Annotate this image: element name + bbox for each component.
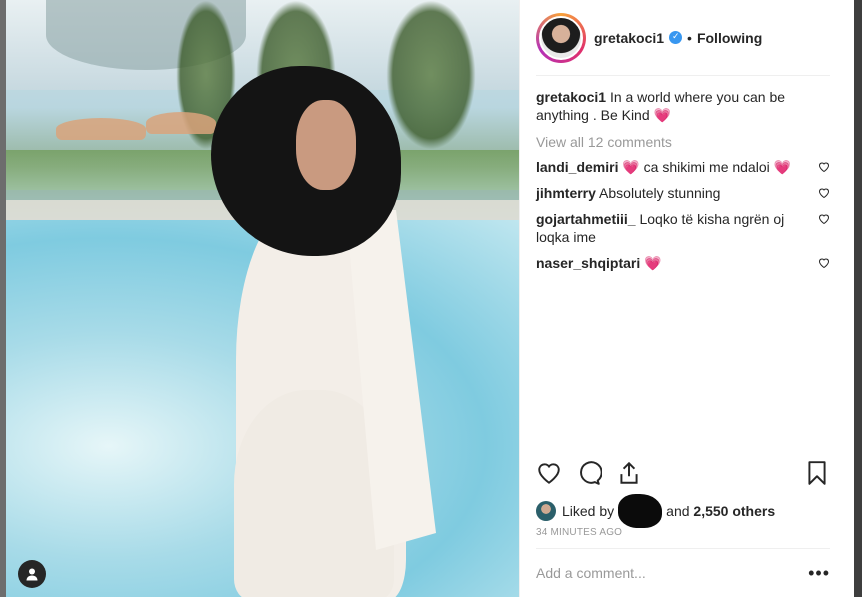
liker-avatar[interactable] — [536, 501, 556, 521]
comment-icon[interactable] — [576, 455, 616, 491]
liked-by-others-link[interactable]: 2,550 others — [693, 503, 775, 519]
comment-text: Absolutely stunning — [599, 185, 721, 201]
action-bar — [536, 455, 830, 491]
photo-subject-face — [296, 100, 356, 190]
photo-umbrella — [56, 118, 146, 140]
liked-by-and: and — [666, 503, 690, 519]
comment-row: gojartahmetiii_ Loqko të kisha ngrën oj … — [536, 210, 830, 246]
comment-like-heart-icon[interactable] — [818, 161, 830, 173]
comment-like-heart-icon[interactable] — [818, 187, 830, 199]
comment-row: jihmterry Absolutely stunning — [536, 184, 830, 202]
post-side-panel: gretakoci1 • Following gretakoci1 In a w… — [519, 0, 854, 597]
backdrop-right[interactable] — [854, 0, 862, 597]
add-comment-input[interactable] — [536, 565, 809, 581]
avatar[interactable] — [539, 15, 583, 60]
comment-like-heart-icon[interactable] — [818, 257, 830, 269]
bookmark-icon[interactable] — [790, 455, 830, 491]
photo-umbrella — [146, 112, 216, 134]
redacted-username — [618, 494, 663, 528]
comment-like-heart-icon[interactable] — [818, 213, 830, 225]
comment-text: 💗 — [644, 255, 662, 271]
following-button[interactable]: Following — [697, 30, 762, 46]
separator-dot: • — [687, 29, 692, 46]
heart-icon[interactable] — [536, 455, 576, 491]
author-username[interactable]: gretakoci1 — [594, 30, 664, 46]
comment-row: naser_shqiptari 💗 — [536, 254, 830, 272]
comment-text: 💗 ca shikimi me ndaloi 💗 — [622, 159, 792, 175]
comment-username[interactable]: jihmterry — [536, 185, 596, 201]
verified-badge-icon — [669, 31, 683, 44]
post-caption: gretakoci1 In a world where you can be a… — [536, 88, 830, 124]
add-comment-bar: ••• — [536, 548, 830, 597]
comment-username[interactable]: gojartahmetiii_ — [536, 211, 636, 227]
post-timestamp[interactable]: 34 MINUTES AGO — [536, 527, 622, 538]
likes-summary: Liked by and 2,550 others — [536, 494, 775, 528]
comment-username[interactable]: landi_demiri — [536, 159, 618, 175]
view-all-comments-link[interactable]: View all 12 comments — [536, 134, 830, 150]
comment-username[interactable]: naser_shqiptari — [536, 255, 640, 271]
more-options-button[interactable]: ••• — [808, 563, 830, 584]
story-ring[interactable] — [536, 12, 586, 63]
post-photo[interactable] — [6, 0, 519, 597]
share-icon[interactable] — [616, 455, 656, 491]
photo-palm — [386, 0, 476, 150]
post-header: gretakoci1 • Following — [536, 12, 830, 76]
user-tag-icon[interactable] — [18, 560, 46, 588]
caption-username[interactable]: gretakoci1 — [536, 89, 606, 105]
liked-by-prefix: Liked by — [562, 503, 615, 519]
post-modal: gretakoci1 • Following gretakoci1 In a w… — [6, 0, 854, 597]
comment-row: landi_demiri 💗 ca shikimi me ndaloi 💗 — [536, 158, 830, 176]
comments-list: gretakoci1 In a world where you can be a… — [536, 88, 830, 272]
